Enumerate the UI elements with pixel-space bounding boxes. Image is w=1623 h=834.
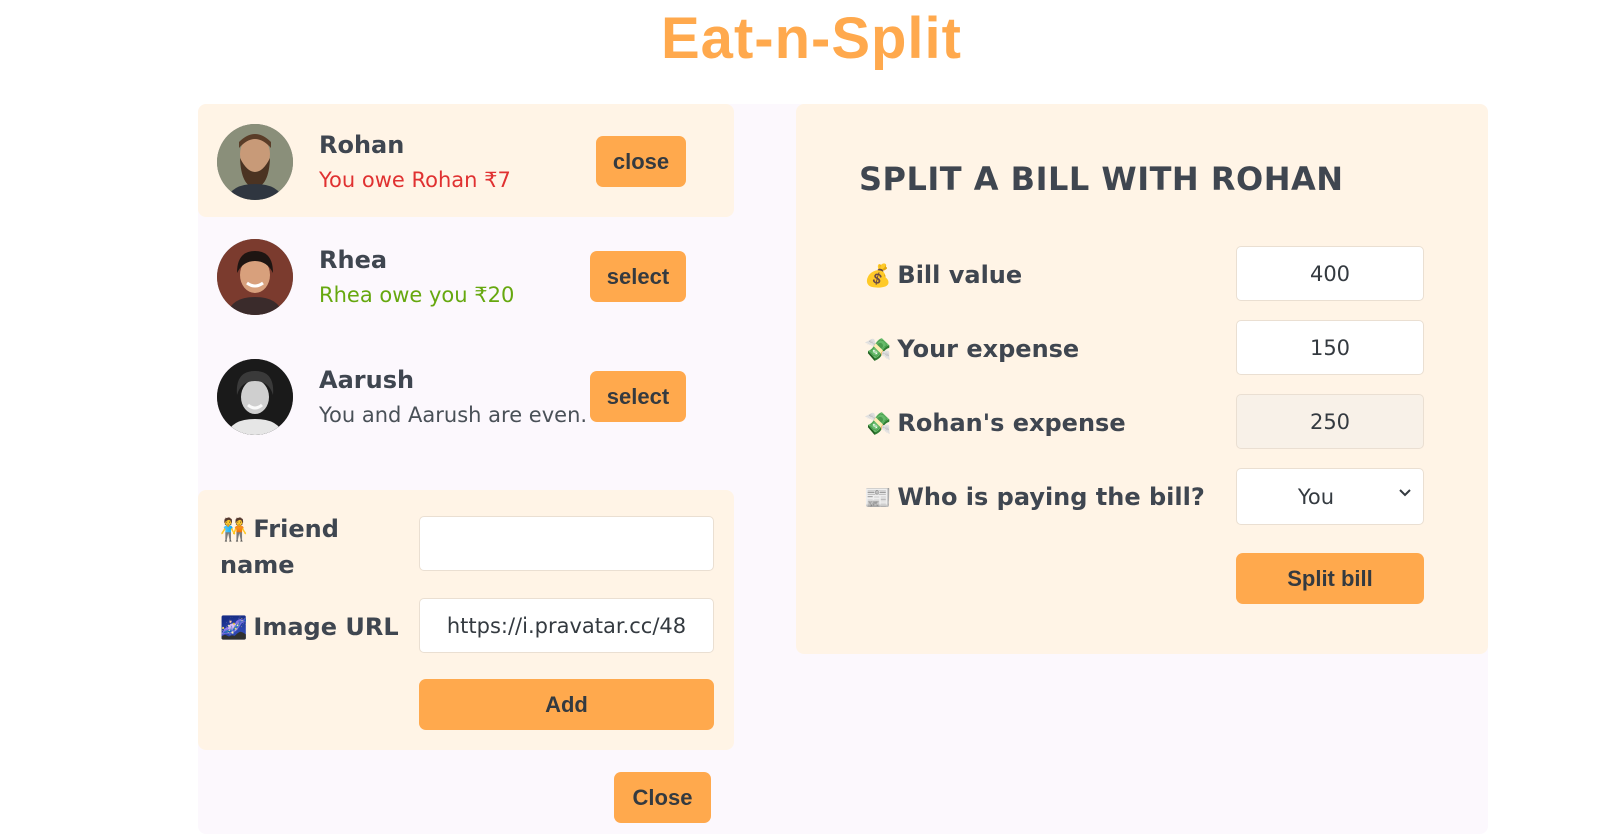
select-friend-button[interactable]: select xyxy=(590,251,686,302)
friends-list: Rohan You owe Rohan ₹7 close Rhea Rhea o… xyxy=(198,104,734,459)
payer-label: 📰 Who is paying the bill? xyxy=(864,483,1205,511)
friend-name: Rohan xyxy=(319,131,405,159)
avatar-rohan xyxy=(217,124,293,200)
money-with-wings-icon: 💸 xyxy=(864,338,892,363)
close-form-button[interactable]: Close xyxy=(614,772,711,823)
friend-item-rhea: Rhea Rhea owe you ₹20 select xyxy=(198,219,734,339)
newspaper-icon: 📰 xyxy=(864,486,892,511)
friend-item-aarush: Aarush You and Aarush are even. select xyxy=(198,339,734,459)
select-friend-button[interactable]: select xyxy=(590,371,686,422)
chevron-down-icon xyxy=(1399,489,1411,497)
friend-balance: You owe Rohan ₹7 xyxy=(319,168,511,192)
image-url-label: 🌌 Image URL xyxy=(220,613,399,641)
add-friend-form: 🧑‍🤝‍🧑Friend name 🌌Image URL Add xyxy=(198,490,734,750)
friend-name: Aarush xyxy=(319,366,415,394)
payer-select-value: You xyxy=(1297,484,1335,509)
friend-balance: Rhea owe you ₹20 xyxy=(319,283,515,307)
close-friend-button[interactable]: close xyxy=(596,136,686,187)
bill-value-input[interactable] xyxy=(1236,246,1424,301)
avatar-rhea xyxy=(217,239,293,315)
bill-value-label: 💰 Bill value xyxy=(864,261,1023,289)
friend-balance: You and Aarush are even. xyxy=(319,403,588,427)
friend-expense-label: 💸 Rohan's expense xyxy=(864,409,1126,437)
money-bag-icon: 💰 xyxy=(864,264,892,289)
friend-expense-input xyxy=(1236,394,1424,449)
split-bill-button[interactable]: Split bill xyxy=(1236,553,1424,604)
friend-name-label: 🧑‍🤝‍🧑 Friend name xyxy=(220,515,339,579)
split-bill-form: SPLIT A BILL WITH ROHAN 💰Bill value 💸You… xyxy=(796,104,1488,654)
money-with-wings-icon: 💸 xyxy=(864,412,892,437)
add-friend-button[interactable]: Add xyxy=(419,679,714,730)
friend-name: Rhea xyxy=(319,246,388,274)
your-expense-input[interactable] xyxy=(1236,320,1424,375)
app-title: Eat-n-Split xyxy=(661,6,962,71)
friend-item-rohan: Rohan You owe Rohan ₹7 close xyxy=(198,104,734,217)
night-sky-icon: 🌌 xyxy=(220,616,248,641)
people-icon: 🧑‍🤝‍🧑 xyxy=(220,518,248,543)
image-url-input[interactable] xyxy=(419,598,714,653)
your-expense-label: 💸 Your expense xyxy=(864,335,1080,363)
payer-select[interactable]: You xyxy=(1236,468,1424,525)
split-bill-title: SPLIT A BILL WITH ROHAN xyxy=(859,160,1344,198)
avatar-aarush xyxy=(217,359,293,435)
friend-name-input[interactable] xyxy=(419,516,714,571)
